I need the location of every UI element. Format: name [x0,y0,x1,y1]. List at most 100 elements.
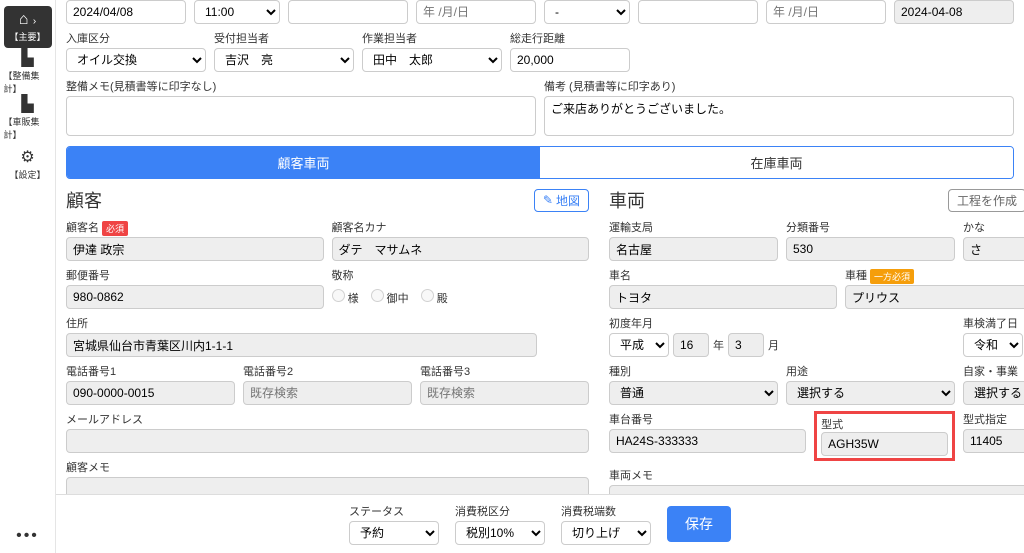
unyu-input [609,237,778,261]
date-input-2[interactable] [416,0,536,24]
shodo-y-input [673,333,709,357]
status-select[interactable]: 予約 [349,521,439,545]
memo-label: 整備メモ(見積書等に印字なし) [66,78,536,94]
time-select[interactable]: 11:00 [194,0,280,24]
shamei-input [609,285,837,309]
sidebar-item-settings[interactable]: ⚙ 【設定】 [4,144,52,186]
mail-input [66,429,589,453]
customer-name-input [66,237,324,261]
customer-title: 顧客 [66,187,102,213]
koutei-button[interactable]: 工程を作成 [948,189,1024,212]
shubetsu-label: 種別 [609,363,778,379]
radio-sama[interactable]: 様 [332,289,359,306]
shodo-era-select[interactable]: 平成 [609,333,669,357]
jika-label: 自家・事業 [963,363,1024,379]
sidebar-item-label: 【車販集計】 [4,115,52,141]
katashiki-input [821,432,948,456]
round-label: 消費税端数 [561,503,651,519]
keisho-label: 敬称 [332,267,590,283]
main-content: 11:00 - 入庫区分 オイル交換 受付担当者 吉沢 亮 作業担当者 田中 太… [56,0,1024,553]
customer-name-label: 顧客名 [66,219,99,235]
addr-label: 住所 [66,315,589,331]
shaken-era-select[interactable]: 令和 [963,333,1023,357]
sidebar-item-label: 【整備集計】 [4,69,52,95]
youto-select[interactable]: 選択する [786,381,955,405]
save-button[interactable]: 保存 [667,506,731,542]
soukou-label: 総走行距離 [510,30,630,46]
bunrui-label: 分類番号 [786,219,955,235]
zip-label: 郵便番号 [66,267,324,283]
tax-label: 消費税区分 [455,503,545,519]
date-input[interactable] [66,0,186,24]
round-select[interactable]: 切り上げ [561,521,651,545]
kana-label: かな [963,219,1024,235]
tax-select[interactable]: 税別10% [455,521,545,545]
sidebar: ⌂ › 【主要】 ▙ 【整備集計】 ▙ 【車販集計】 ⚙ 【設定】 ••• [0,0,56,553]
edit-icon: ✎ [543,193,553,207]
home-icon: ⌂ › [19,12,36,28]
map-button[interactable]: ✎地図 [534,189,589,212]
date-input-3[interactable] [766,0,886,24]
gear-icon: ⚙ [20,150,34,166]
shashu-input [845,285,1024,309]
status-label: ステータス [349,503,439,519]
tab-customer-vehicle[interactable]: 顧客車両 [67,147,540,178]
chart-icon: ▙ [21,51,33,67]
addr-input [66,333,537,357]
jika-select[interactable]: 選択する [963,381,1024,405]
katashitei-label: 型式指定 [963,411,1024,427]
bikou-label: 備考 (見積書等に印字あり) [544,78,1014,94]
unit-month: 月 [768,337,779,353]
sidebar-item-main[interactable]: ⌂ › 【主要】 [4,6,52,48]
radio-dono[interactable]: 殿 [421,289,448,306]
shadai-label: 車台番号 [609,411,806,427]
sagyou-select[interactable]: 田中 太郎 [362,48,502,72]
katashitei-input [963,429,1024,453]
required-badge: 必須 [102,221,128,236]
sidebar-item-label: 【設定】 [9,168,45,181]
blank-input-2[interactable] [638,0,758,24]
uketsuke-select[interactable]: 吉沢 亮 [214,48,354,72]
soukou-input[interactable] [510,48,630,72]
chart-icon: ▙ [21,97,33,113]
kana-input [963,237,1024,261]
tel3-label: 電話番号3 [420,363,589,379]
vehicle-memo-label: 車両メモ [609,467,1024,483]
shodo-m-input [728,333,764,357]
tab-stock-vehicle[interactable]: 在庫車両 [540,147,1013,178]
bunrui-input [786,237,955,261]
sidebar-item-shahan[interactable]: ▙ 【車販集計】 [4,98,52,140]
tel1-label: 電話番号1 [66,363,235,379]
nyuko-label: 入庫区分 [66,30,206,46]
bikou-textarea[interactable]: ご来店ありがとうございました。 [544,96,1014,136]
unyu-label: 運輸支局 [609,219,778,235]
dash-select[interactable]: - [544,0,630,24]
vehicle-title: 車両 [609,187,645,213]
shubetsu-select[interactable]: 普通 [609,381,778,405]
tel2-input [243,381,412,405]
youto-label: 用途 [786,363,955,379]
required-badge: 一方必須 [870,269,914,284]
tel3-input [420,381,589,405]
sagyou-label: 作業担当者 [362,30,502,46]
sidebar-item-seibi[interactable]: ▙ 【整備集計】 [4,52,52,94]
zip-input [66,285,324,309]
tel1-input [66,381,235,405]
bottom-bar: ステータス予約 消費税区分税別10% 消費税端数切り上げ 保存 [56,494,1024,553]
date-readonly [894,0,1014,24]
blank-input[interactable] [288,0,408,24]
shamei-label: 車名 [609,267,837,283]
katashiki-label: 型式 [821,419,843,431]
nyuko-select[interactable]: オイル交換 [66,48,206,72]
tabs: 顧客車両 在庫車両 [66,146,1014,179]
customer-kana-input [332,237,590,261]
sidebar-more[interactable]: ••• [8,519,47,553]
shaken-label: 車検満了日 [963,315,1024,331]
customer-memo-label: 顧客メモ [66,459,589,475]
katashiki-highlight: 型式 [814,411,955,461]
memo-textarea[interactable] [66,96,536,136]
mail-label: メールアドレス [66,411,589,427]
sidebar-item-label: 【主要】 [9,30,45,43]
tel2-label: 電話番号2 [243,363,412,379]
radio-onchu[interactable]: 御中 [371,289,409,306]
